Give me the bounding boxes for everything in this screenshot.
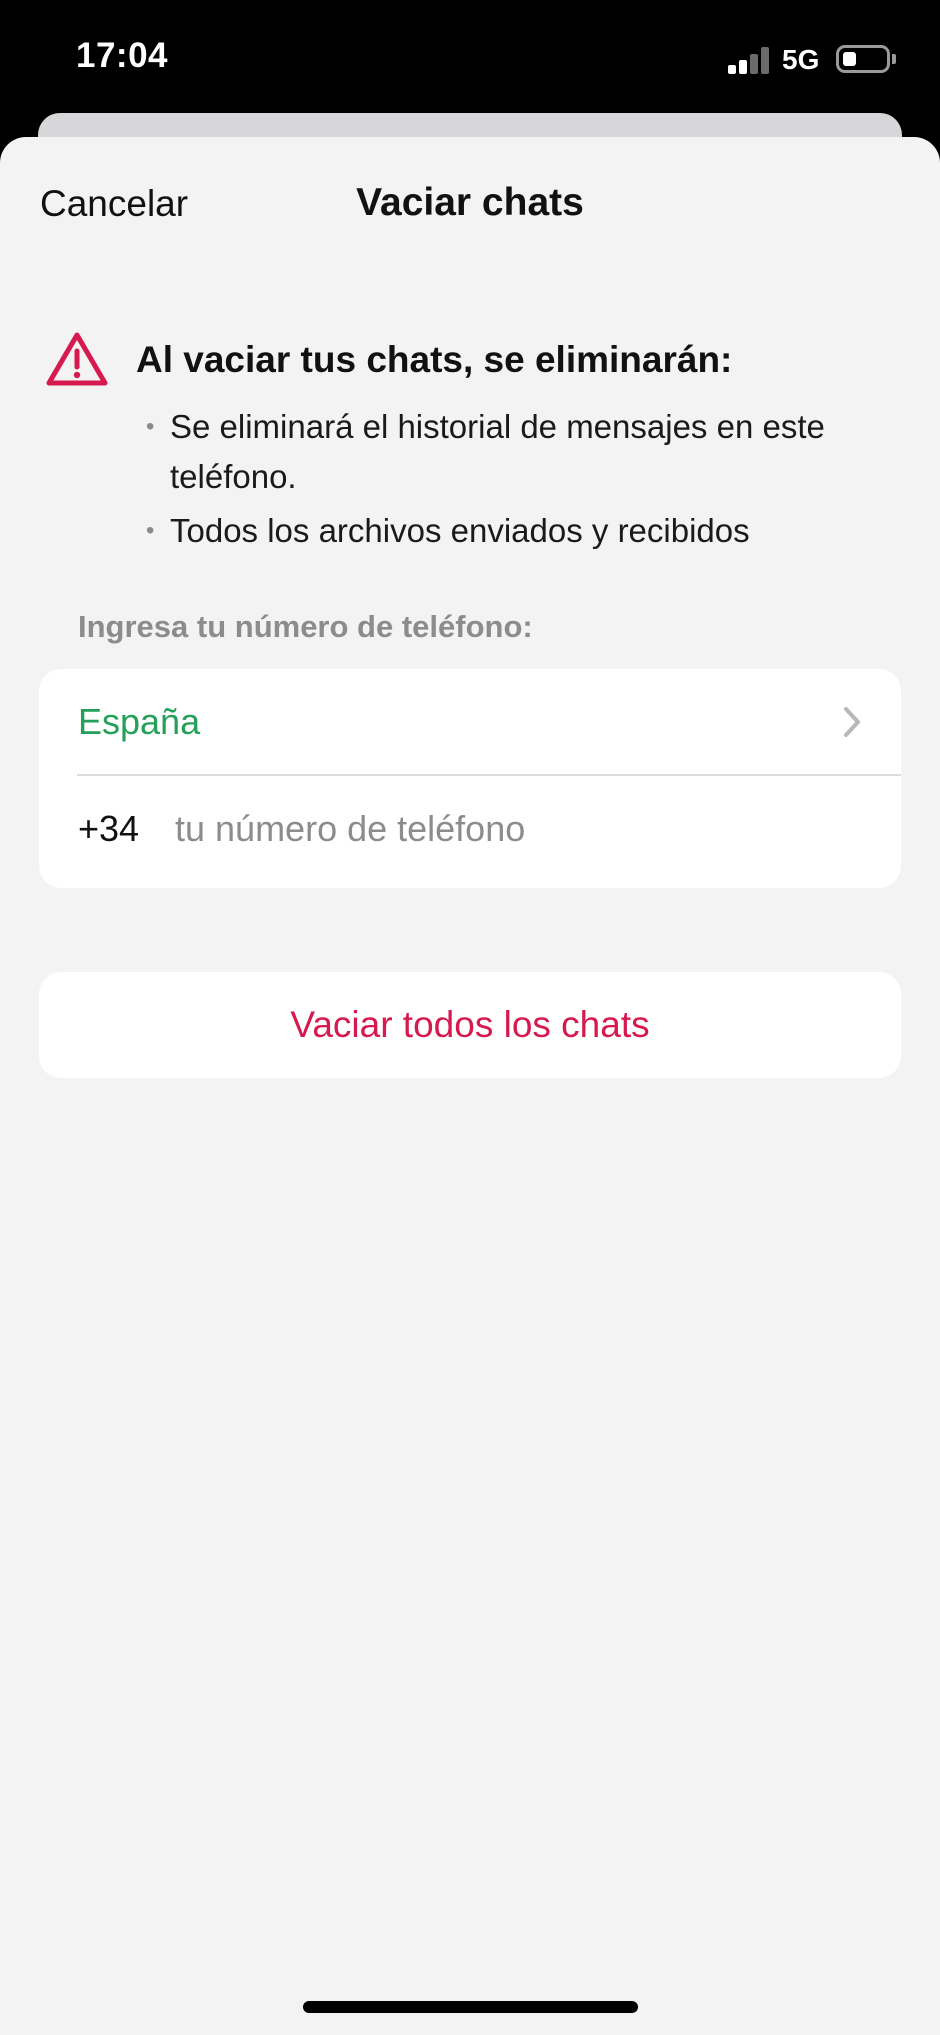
warning-heading: Al vaciar tus chats, se eliminarán: bbox=[136, 339, 733, 380]
page-title: Vaciar chats bbox=[356, 181, 584, 224]
phone-number-card: España +34 bbox=[39, 669, 901, 888]
warning-triangle-icon bbox=[46, 332, 108, 386]
phone-number-label: Ingresa tu número de teléfono: bbox=[78, 609, 533, 644]
country-name: España bbox=[78, 701, 201, 742]
chevron-right-icon bbox=[844, 707, 860, 737]
signal-strength-icon bbox=[728, 46, 770, 74]
phone-number-input[interactable] bbox=[175, 796, 865, 862]
battery-icon bbox=[836, 45, 890, 73]
status-bar: 17:04 5G bbox=[0, 0, 940, 112]
warning-item: Todos los archivos enviados y recibidos bbox=[146, 506, 886, 556]
network-type: 5G bbox=[782, 44, 820, 75]
battery-tip bbox=[892, 54, 896, 64]
home-indicator bbox=[303, 2001, 638, 2013]
clear-all-chats-button[interactable]: Vaciar todos los chats bbox=[39, 972, 901, 1078]
warning-item: Se eliminará el historial de mensajes en… bbox=[146, 402, 886, 502]
phone-number-row: +34 bbox=[39, 776, 901, 888]
battery-level bbox=[843, 52, 856, 66]
country-code: +34 bbox=[78, 808, 140, 849]
warning-list: Se eliminará el historial de mensajes en… bbox=[146, 402, 886, 556]
country-selector[interactable]: España bbox=[39, 669, 901, 774]
status-time: 17:04 bbox=[76, 36, 169, 75]
